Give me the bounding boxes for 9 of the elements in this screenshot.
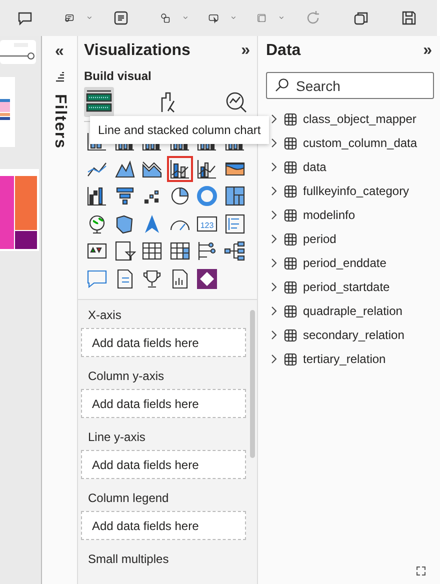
pane-title: Data (266, 42, 301, 60)
field-well-label: Small multiples (88, 552, 170, 566)
field-well-label: Column y-axis (88, 369, 166, 383)
section-label: Build visual (84, 69, 152, 83)
field-well-label: Column legend (88, 491, 170, 505)
tooltip: Line and stacked column chart (90, 116, 269, 144)
field-well-label: X-axis (88, 308, 122, 322)
field-well-label: Line y-axis (88, 430, 146, 444)
pane-title: Visualizations (84, 42, 190, 60)
